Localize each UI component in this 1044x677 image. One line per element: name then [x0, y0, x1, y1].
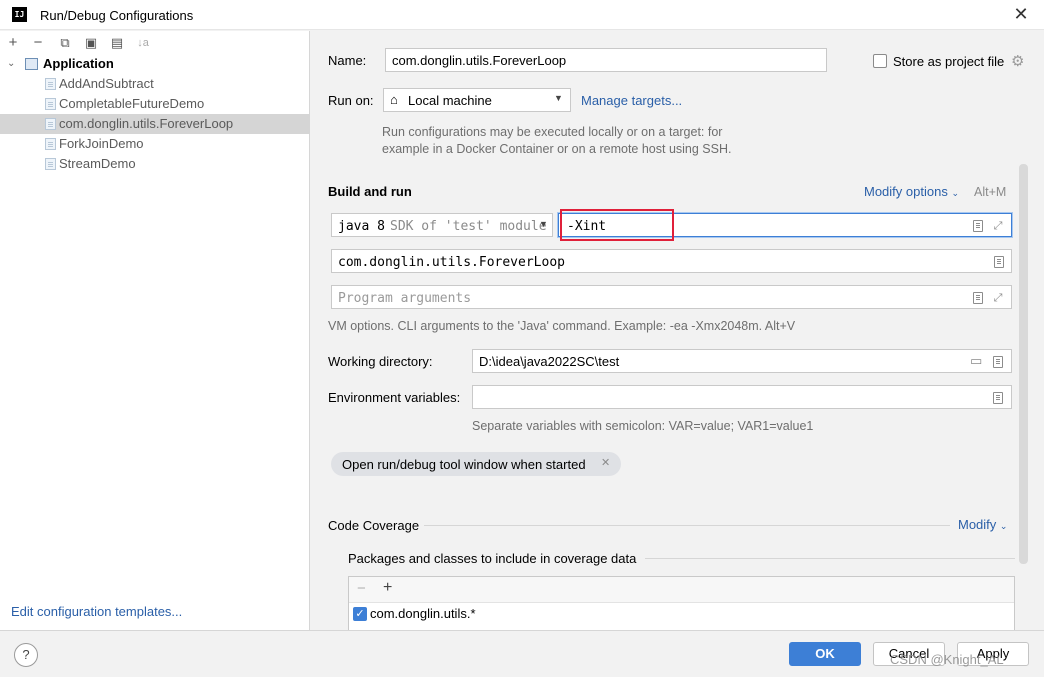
run-on-label: Run on:: [328, 93, 374, 108]
sdk-hint: SDK of 'test' module: [390, 219, 547, 234]
run-config-icon: [45, 118, 56, 130]
environment-variables-hint: Separate variables with semicolon: VAR=v…: [472, 419, 814, 433]
new-folder-icon[interactable]: ▤: [108, 34, 126, 52]
save-icon[interactable]: ▣: [82, 34, 100, 52]
tree-item[interactable]: AddAndSubtract: [0, 74, 310, 94]
name-label: Name:: [328, 53, 367, 68]
home-icon: ⌂: [390, 92, 398, 107]
divider: [424, 525, 950, 526]
environment-variables-input[interactable]: [472, 385, 1012, 409]
coverage-modify-link[interactable]: Modify ⌄: [958, 517, 1007, 532]
environment-variables-label: Environment variables:: [328, 390, 461, 405]
sdk-value: java 8: [338, 219, 385, 234]
working-directory-label: Working directory:: [328, 354, 433, 369]
tree-item-label: ForkJoinDemo: [59, 136, 144, 151]
help-button[interactable]: ?: [14, 643, 38, 667]
divider: [645, 558, 1015, 559]
gear-icon[interactable]: ⚙: [1011, 52, 1024, 70]
title-bar: IJ Run/Debug Configurations ✕: [0, 0, 1044, 30]
expand-icon[interactable]: ⤢: [992, 292, 1004, 304]
sort-icon[interactable]: ↓a: [134, 34, 152, 52]
edit-templates-link[interactable]: Edit configuration templates...: [11, 604, 182, 619]
ok-button[interactable]: OK: [789, 642, 861, 666]
coverage-list: − + ✓ com.donglin.utils.*: [348, 576, 1015, 630]
working-directory-input[interactable]: D:\idea\java2022SC\test ▭: [472, 349, 1012, 373]
tree-item-label: StreamDemo: [59, 156, 136, 171]
window-title: Run/Debug Configurations: [40, 8, 194, 23]
tree-item-label: com.donglin.utils.ForeverLoop: [59, 116, 234, 131]
intellij-logo-icon: IJ: [12, 7, 27, 22]
packages-heading: Packages and classes to include in cover…: [348, 551, 637, 566]
name-input[interactable]: com.donglin.utils.ForeverLoop: [385, 48, 827, 72]
run-on-hint-line1: Run configurations may be executed local…: [382, 125, 723, 139]
configurations-sidebar: + − ⧉ ▣ ▤ ↓a ⌄ Application AddAndSubtrac…: [0, 31, 310, 630]
add-icon[interactable]: +: [4, 34, 22, 52]
document-icon[interactable]: [973, 292, 983, 304]
name-value: com.donglin.utils.ForeverLoop: [392, 53, 567, 68]
document-icon[interactable]: [994, 256, 1004, 268]
remove-icon[interactable]: −: [357, 580, 366, 597]
modify-options-label: Modify options: [864, 184, 948, 199]
tree-item-label: CompletableFutureDemo: [59, 96, 205, 111]
build-and-run-heading: Build and run: [328, 184, 412, 199]
tree-item[interactable]: ForkJoinDemo: [0, 134, 310, 154]
remove-icon[interactable]: −: [29, 34, 47, 52]
tree-node-application[interactable]: ⌄ Application: [0, 54, 310, 74]
add-icon[interactable]: +: [383, 579, 392, 597]
copy-icon[interactable]: ⧉: [56, 34, 74, 52]
chevron-down-icon[interactable]: ⌄: [7, 54, 15, 74]
run-config-icon: [45, 78, 56, 90]
chevron-down-icon: ▼: [554, 93, 563, 103]
open-tool-window-label: Open run/debug tool window when started: [342, 457, 586, 472]
document-icon[interactable]: [993, 356, 1003, 368]
run-config-icon: [45, 138, 56, 150]
tree-root-label: Application: [43, 56, 114, 71]
tree-item[interactable]: StreamDemo: [0, 154, 310, 174]
run-on-select[interactable]: ⌂ Local machine ▼: [383, 88, 571, 112]
run-on-value: Local machine: [408, 93, 492, 108]
run-config-icon: [45, 98, 56, 110]
tree-item-selected[interactable]: com.donglin.utils.ForeverLoop: [0, 114, 310, 134]
close-icon[interactable]: ✕: [601, 456, 610, 469]
coverage-item-checkbox[interactable]: ✓: [353, 607, 367, 621]
code-coverage-label: Code Coverage: [328, 518, 420, 533]
chevron-down-icon: ▼: [539, 219, 548, 229]
document-icon[interactable]: [973, 220, 983, 232]
expand-icon[interactable]: ⤢: [992, 220, 1004, 232]
coverage-item-label: com.donglin.utils.*: [370, 606, 476, 621]
scrollbar[interactable]: [1019, 164, 1028, 564]
main-class-value: com.donglin.utils.ForeverLoop: [338, 255, 565, 270]
vm-options-hint: VM options. CLI arguments to the 'Java' …: [328, 319, 796, 333]
coverage-modify-label: Modify: [958, 517, 997, 532]
tree-item-label: AddAndSubtract: [59, 76, 154, 91]
coverage-toolbar: − +: [349, 577, 1014, 603]
working-directory-value: D:\idea\java2022SC\test: [479, 354, 620, 369]
chevron-down-icon: ⌄: [999, 521, 1008, 531]
manage-targets-link[interactable]: Manage targets...: [581, 93, 682, 108]
highlight-box: [560, 209, 674, 241]
program-arguments-placeholder: Program arguments: [338, 291, 472, 306]
tree-item[interactable]: CompletableFutureDemo: [0, 94, 310, 114]
watermark: CSDN @Knight_AL: [890, 652, 1004, 667]
close-icon[interactable]: ✕: [1010, 3, 1032, 25]
modify-options-link[interactable]: Modify options ⌄: [864, 184, 959, 199]
open-tool-window-tag[interactable]: Open run/debug tool window when started …: [331, 452, 621, 476]
store-as-project-checkbox[interactable]: [873, 54, 887, 68]
chevron-down-icon: ⌄: [951, 188, 959, 198]
modify-options-shortcut: Alt+M: [974, 185, 1007, 199]
application-icon: [25, 58, 38, 70]
store-as-project-label: Store as project file: [893, 54, 1005, 69]
run-config-icon: [45, 158, 56, 170]
jre-select[interactable]: java 8 SDK of 'test' module ▼: [331, 213, 553, 237]
document-icon[interactable]: [993, 392, 1003, 404]
folder-icon[interactable]: ▭: [970, 353, 982, 369]
program-arguments-input[interactable]: Program arguments ⤢: [331, 285, 1012, 309]
run-on-hint-line2: example in a Docker Container or on a re…: [382, 142, 732, 156]
main-class-input[interactable]: com.donglin.utils.ForeverLoop: [331, 249, 1012, 273]
